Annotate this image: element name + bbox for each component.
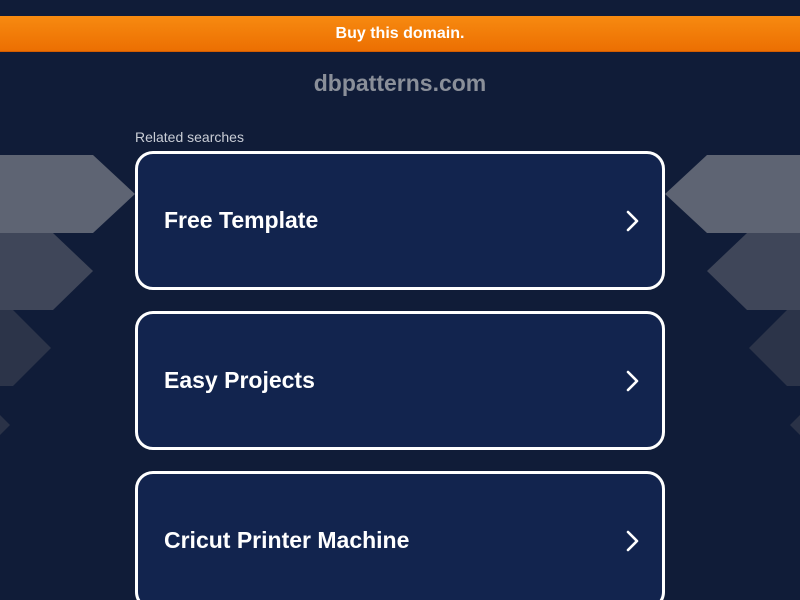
- related-search-label: Free Template: [164, 207, 319, 233]
- parked-domain-page: Buy this domain. dbpatterns.com Related …: [0, 0, 800, 600]
- related-search-label: Cricut Printer Machine: [164, 527, 410, 553]
- buy-domain-label: Buy this domain.: [335, 24, 465, 42]
- left-arrow-shape-3: [0, 310, 51, 386]
- domain-title: dbpatterns.com: [313, 70, 487, 96]
- related-search-label: Easy Projects: [164, 367, 315, 393]
- related-search-cricut-printer-machine[interactable]: Cricut Printer Machine: [135, 471, 665, 600]
- right-arrow-shape-3: [749, 310, 800, 386]
- chevron-right-icon: [624, 209, 642, 233]
- buy-domain-banner[interactable]: Buy this domain.: [0, 16, 800, 52]
- left-arrow-shape-4: [0, 415, 10, 435]
- related-search-free-template[interactable]: Free Template: [135, 151, 665, 290]
- chevron-right-icon: [624, 529, 642, 553]
- right-arrow-shape-1: [665, 155, 800, 233]
- right-arrow-shape-2: [707, 233, 800, 310]
- left-arrow-shape-1: [0, 155, 135, 233]
- chevron-right-icon: [624, 369, 642, 393]
- related-search-easy-projects[interactable]: Easy Projects: [135, 311, 665, 450]
- left-arrow-shape-2: [0, 233, 93, 310]
- related-searches-heading: Related searches: [135, 129, 244, 145]
- right-arrow-shape-4: [790, 415, 800, 435]
